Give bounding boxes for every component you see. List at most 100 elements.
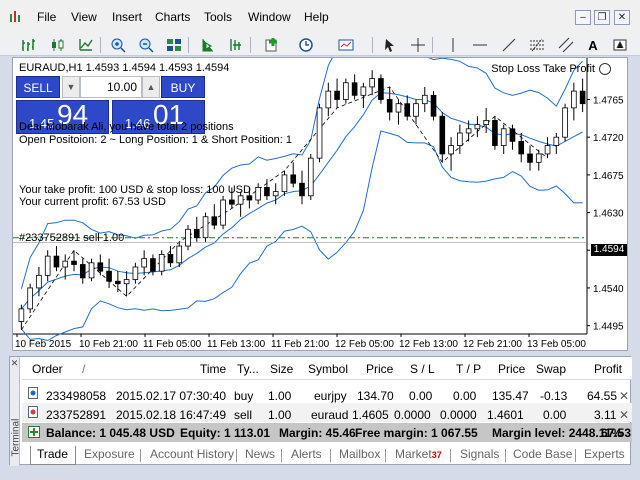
table-row[interactable]: 233752891 2015.02.18 16:47:49 sell 1.00 … xyxy=(22,403,632,422)
trendline-icon[interactable] xyxy=(499,35,519,55)
tab-market[interactable]: Market37 xyxy=(395,447,442,461)
info-tp-sl: Your take profit: 100 USD & stop loss: 1… xyxy=(19,184,251,196)
candle xyxy=(176,245,183,264)
menu-window[interactable]: Window xyxy=(248,10,291,24)
time-axis-label: 12 Feb 13:00 xyxy=(399,339,458,350)
header-time[interactable]: Time xyxy=(200,362,226,376)
candle xyxy=(571,90,577,109)
sell-button[interactable]: SELL xyxy=(16,76,60,98)
candle xyxy=(413,103,419,117)
vertical-line-icon[interactable] xyxy=(443,35,463,55)
buy-button[interactable]: BUY xyxy=(161,76,205,98)
total-profit-value: 67.53 xyxy=(601,426,632,440)
lot-up-button[interactable]: ▲ xyxy=(142,76,160,98)
chart-window[interactable]: 1.47651.47201.46751.46301.45851.45401.44… xyxy=(12,57,628,351)
header-open-price[interactable]: Price xyxy=(366,362,393,376)
free-margin-value: Free margin: 1 067.55 xyxy=(355,426,478,440)
horizontal-line-icon[interactable] xyxy=(470,35,490,55)
periods-clock-icon[interactable] xyxy=(296,35,316,55)
menu-view[interactable]: View xyxy=(71,10,97,24)
close-button[interactable]: ✕ xyxy=(614,10,630,25)
candle xyxy=(27,287,33,310)
tab-trade[interactable]: Trade xyxy=(37,447,68,461)
tab-signals[interactable]: Signals xyxy=(460,447,499,461)
header-order[interactable]: Order xyxy=(32,362,63,376)
header-take-profit[interactable]: T / P xyxy=(456,362,481,376)
candle xyxy=(264,187,270,197)
restore-button[interactable]: ❐ xyxy=(594,10,610,25)
candle xyxy=(334,90,340,100)
tab-news[interactable]: News xyxy=(245,447,275,461)
candle xyxy=(579,90,586,105)
candle xyxy=(132,266,139,280)
symbol-header: EURAUD,H1 1.4593 1.4594 1.4593 1.4594 xyxy=(19,62,230,74)
bar-chart-icon[interactable] xyxy=(18,35,38,55)
candlestick-icon[interactable] xyxy=(48,35,68,55)
text-tool-icon[interactable]: A xyxy=(583,35,603,55)
candle xyxy=(281,174,288,193)
header-size[interactable]: Size xyxy=(270,362,293,376)
price-axis-label: 1.4540 xyxy=(593,284,624,295)
candle xyxy=(527,153,533,163)
sell-order-icon xyxy=(28,406,38,418)
tab-alerts[interactable]: Alerts xyxy=(291,447,322,461)
tab-mailbox[interactable]: Mailbox xyxy=(339,447,380,461)
candle xyxy=(378,78,384,100)
zoom-in-icon[interactable] xyxy=(108,35,128,55)
candle xyxy=(290,174,297,184)
fibonacci-icon[interactable] xyxy=(527,35,547,55)
menu-file[interactable]: File xyxy=(37,10,56,24)
chart-shift-icon[interactable] xyxy=(226,35,246,55)
expert-smile-icon[interactable] xyxy=(599,63,611,75)
candle xyxy=(255,187,261,201)
candle xyxy=(562,107,568,138)
templates-icon[interactable] xyxy=(336,35,356,55)
candle xyxy=(404,103,411,117)
candle xyxy=(307,157,314,197)
header-swap[interactable]: Swap xyxy=(536,362,566,376)
candle xyxy=(343,82,349,100)
candle xyxy=(62,260,69,268)
menu-insert[interactable]: Insert xyxy=(112,10,142,24)
line-chart-icon[interactable] xyxy=(76,35,96,55)
close-order-icon[interactable]: ✕ xyxy=(619,408,629,422)
lot-down-button[interactable]: ▼ xyxy=(62,76,80,98)
expert-name: Stop Loss Take Profit xyxy=(491,63,595,75)
price-axis-label: 1.4630 xyxy=(593,209,624,220)
cursor-icon[interactable] xyxy=(380,35,400,55)
terminal-label: Terminal xyxy=(10,418,22,457)
header-type[interactable]: Ty... xyxy=(237,362,259,376)
chart-app-icon[interactable] xyxy=(8,9,24,25)
menu-help[interactable]: Help xyxy=(304,10,329,24)
header-profit[interactable]: Profit xyxy=(594,362,622,376)
auto-scroll-icon[interactable] xyxy=(198,35,218,55)
balance-expand-icon[interactable] xyxy=(28,426,40,438)
lot-size-input[interactable]: 10.00 xyxy=(80,76,142,98)
label-tool-icon[interactable] xyxy=(610,35,630,55)
crosshair-icon[interactable] xyxy=(408,35,428,55)
terminal-close-icon[interactable]: ✕ xyxy=(10,358,19,369)
tab-code-base[interactable]: Code Base xyxy=(513,447,572,461)
tile-windows-icon[interactable] xyxy=(164,35,184,55)
terminal-side-strip: ✕ Terminal xyxy=(10,357,22,466)
table-row[interactable]: 233498058 2015.02.17 07:30:40 buy 1.00 e… xyxy=(22,384,632,403)
close-order-icon[interactable]: ✕ xyxy=(619,389,629,403)
header-current-price[interactable]: Price xyxy=(498,362,525,376)
menu-tools[interactable]: Tools xyxy=(204,10,232,24)
tab-exposure[interactable]: Exposure xyxy=(84,447,135,461)
tab-account-history[interactable]: Account History xyxy=(150,447,234,461)
equity-value: Equity: 1 113.01 xyxy=(180,426,271,440)
menu-charts[interactable]: Charts xyxy=(155,10,190,24)
tab-experts[interactable]: Experts xyxy=(584,447,625,461)
indicators-icon[interactable] xyxy=(262,35,282,55)
info-open-positions: Open Positoion: 2 ~ Long Position: 1 & S… xyxy=(19,134,293,146)
candle xyxy=(553,136,560,146)
candle xyxy=(115,280,121,285)
header-stop-loss[interactable]: S / L xyxy=(410,362,435,376)
equidistant-channel-icon[interactable] xyxy=(556,35,576,55)
candle xyxy=(509,128,516,142)
sell-line-label: #233752891 sell 1.00 xyxy=(19,232,125,244)
minimize-button[interactable]: – xyxy=(575,10,591,25)
zoom-out-icon[interactable] xyxy=(136,35,156,55)
header-symbol[interactable]: Symbol xyxy=(308,362,348,376)
